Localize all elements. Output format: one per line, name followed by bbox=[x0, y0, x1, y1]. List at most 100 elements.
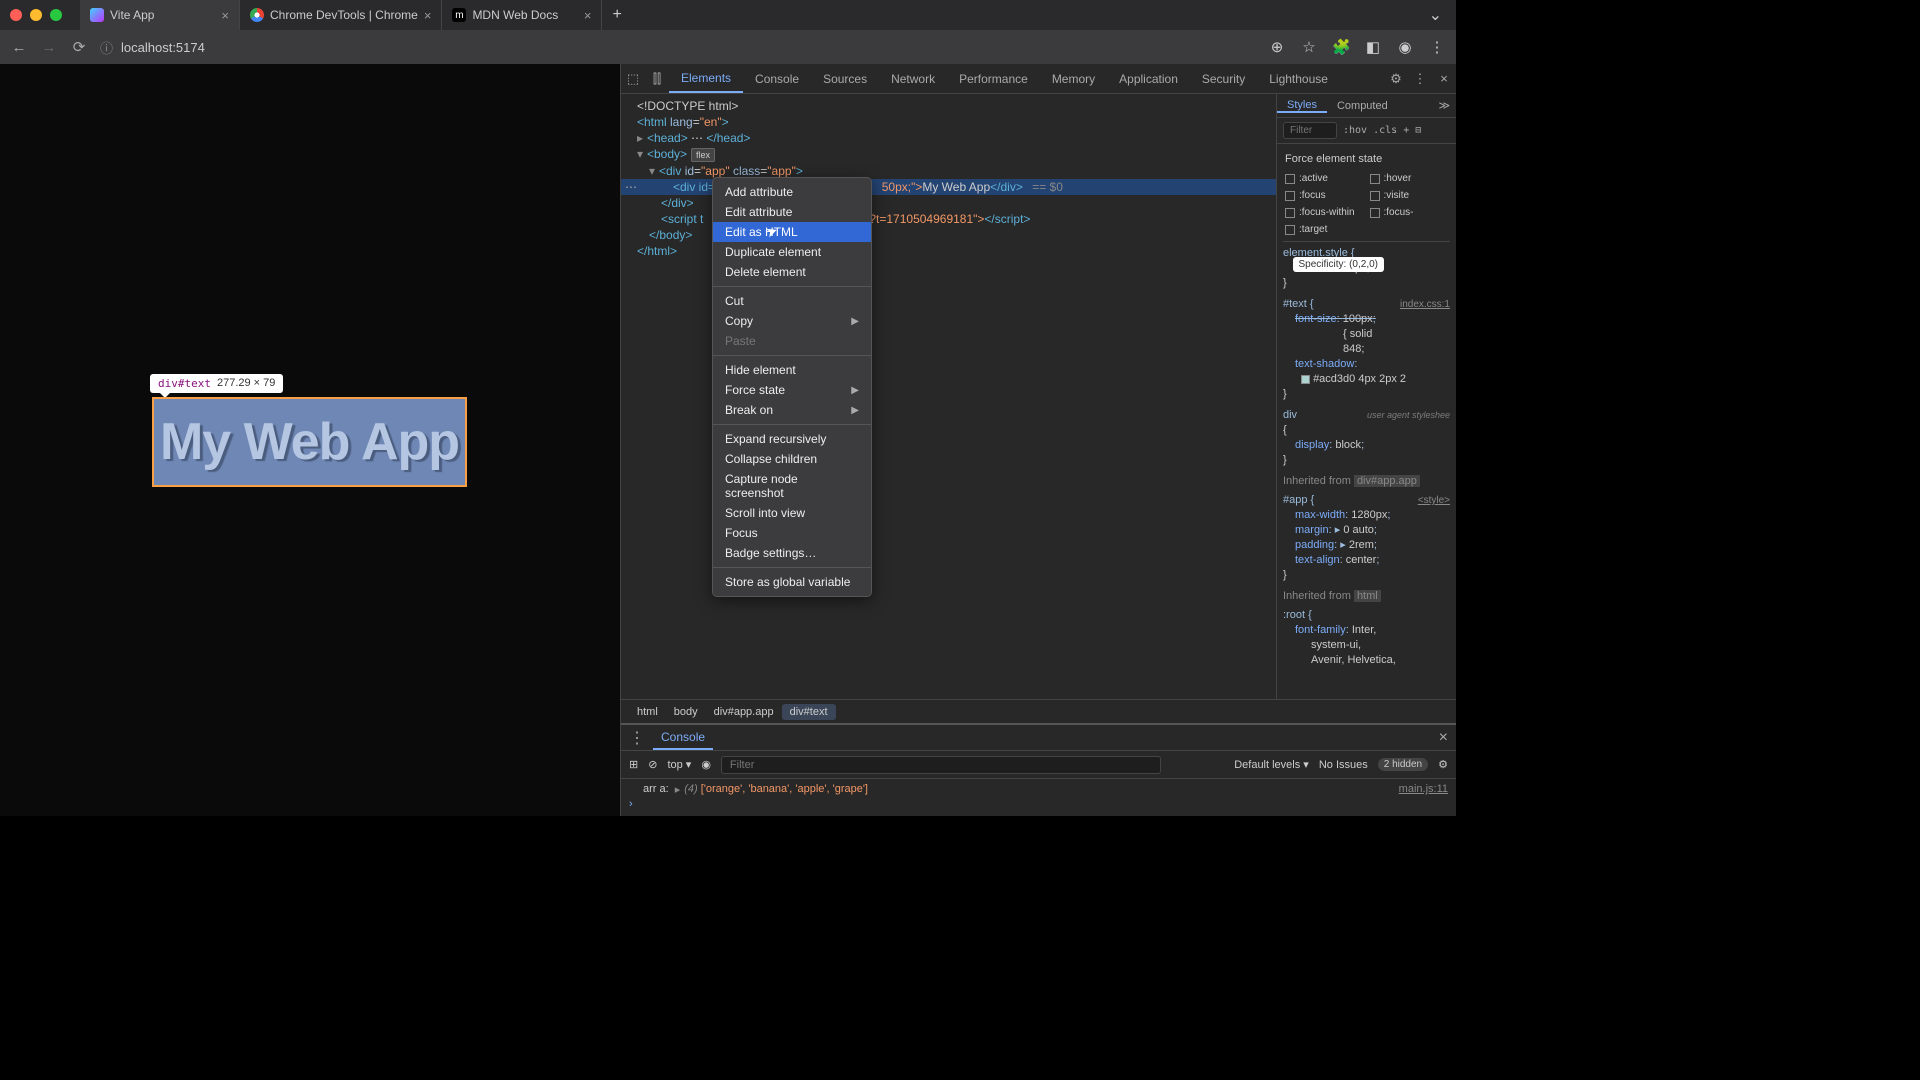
log-source-link[interactable]: main.js:11 bbox=[1399, 783, 1448, 796]
forward-button[interactable]: → bbox=[40, 39, 58, 56]
state-focus-within[interactable]: :focus-within bbox=[1285, 205, 1364, 220]
back-button[interactable]: ← bbox=[10, 39, 28, 56]
page-viewport[interactable]: div#text 277.29 × 79 My Web App bbox=[0, 64, 620, 816]
devtools-close-icon[interactable]: × bbox=[1432, 71, 1456, 87]
bookmark-icon[interactable]: ☆ bbox=[1300, 38, 1318, 56]
tab-lighthouse[interactable]: Lighthouse bbox=[1257, 64, 1340, 93]
context-menu-item[interactable]: Scroll into view bbox=[713, 503, 871, 523]
device-toolbar-icon[interactable]: ⫿⫿ bbox=[645, 71, 669, 87]
context-menu-item[interactable]: Store as global variable bbox=[713, 572, 871, 592]
hov-toggle[interactable]: :hov bbox=[1343, 125, 1367, 136]
tab-application[interactable]: Application bbox=[1107, 64, 1190, 93]
log-levels-dropdown[interactable]: Default levels ▾ bbox=[1234, 758, 1309, 771]
console-settings-icon[interactable]: ⚙ bbox=[1438, 758, 1448, 771]
state-active[interactable]: :active bbox=[1285, 171, 1364, 186]
breadcrumb-item[interactable]: body bbox=[666, 704, 706, 720]
new-tab-button[interactable]: + bbox=[602, 6, 631, 24]
styles-tab-styles[interactable]: Styles bbox=[1277, 99, 1327, 113]
context-menu-item[interactable]: Capture node screenshot bbox=[713, 469, 871, 503]
context-menu-item[interactable]: Break on▶ bbox=[713, 400, 871, 420]
site-info-icon[interactable]: ⓘ bbox=[100, 38, 113, 57]
extensions-icon[interactable]: 🧩 bbox=[1332, 38, 1350, 56]
live-expression-icon[interactable]: ◉ bbox=[701, 758, 711, 771]
browser-tab-mdn[interactable]: m MDN Web Docs × bbox=[442, 0, 602, 30]
drawer-tab-console[interactable]: Console bbox=[653, 726, 713, 750]
tab-elements[interactable]: Elements bbox=[669, 64, 743, 93]
search-icon[interactable]: ⊕ bbox=[1268, 38, 1286, 56]
inspect-element-icon[interactable]: ⬚ bbox=[621, 71, 645, 87]
state-focus[interactable]: :focus bbox=[1285, 188, 1364, 203]
console-context[interactable]: top ▾ bbox=[667, 758, 691, 771]
tab-console[interactable]: Console bbox=[743, 64, 811, 93]
inspect-tooltip: div#text 277.29 × 79 bbox=[150, 374, 283, 393]
settings-gear-icon[interactable]: ⚙ bbox=[1384, 71, 1408, 87]
tab-memory[interactable]: Memory bbox=[1040, 64, 1107, 93]
context-menu-item[interactable]: Add attribute bbox=[713, 182, 871, 202]
close-icon[interactable]: × bbox=[424, 8, 432, 23]
dom-node: <!DOCTYPE html> bbox=[621, 98, 1276, 114]
tab-performance[interactable]: Performance bbox=[947, 64, 1040, 93]
more-tabs-icon[interactable]: ≫ bbox=[1432, 99, 1456, 112]
browser-tab-devtools[interactable]: Chrome DevTools | Chrome × bbox=[240, 0, 442, 30]
vite-favicon bbox=[90, 8, 104, 22]
style-rule: div user agent styleshee{ display: block… bbox=[1283, 408, 1450, 468]
reload-button[interactable]: ⟳ bbox=[70, 38, 88, 56]
breadcrumb-item[interactable]: div#text bbox=[782, 704, 836, 720]
context-menu-item[interactable]: Duplicate element bbox=[713, 242, 871, 262]
console-sidebar-toggle-icon[interactable]: ⊞ bbox=[629, 758, 638, 771]
styles-filter-input[interactable] bbox=[1283, 122, 1337, 139]
close-icon[interactable]: × bbox=[221, 8, 229, 23]
dom-node: ▸<head> ⋯ </head> bbox=[621, 130, 1276, 146]
console-prompt[interactable]: › bbox=[629, 796, 1448, 812]
new-style-rule-icon[interactable]: + bbox=[1403, 125, 1409, 136]
context-menu-item[interactable]: Delete element bbox=[713, 262, 871, 282]
console-drawer: ⋮ Console × ⊞ ⊘ top ▾ ◉ Default levels ▾… bbox=[621, 723, 1456, 816]
browser-tab-vite[interactable]: Vite App × bbox=[80, 0, 240, 30]
context-menu-item[interactable]: Expand recursively bbox=[713, 429, 871, 449]
state-target[interactable]: :target bbox=[1285, 222, 1364, 237]
context-menu-item[interactable]: Edit attribute bbox=[713, 202, 871, 222]
context-menu-item[interactable]: Edit as HTML bbox=[713, 222, 871, 242]
chevron-down-icon[interactable]: ⌄ bbox=[1429, 5, 1446, 25]
chrome-favicon bbox=[250, 8, 264, 22]
page-heading: My Web App bbox=[160, 412, 459, 472]
context-menu-item[interactable]: Focus bbox=[713, 523, 871, 543]
window-maximize-button[interactable] bbox=[50, 9, 62, 21]
menu-icon[interactable]: ⋮ bbox=[1428, 38, 1446, 56]
drawer-close-icon[interactable]: × bbox=[1439, 729, 1448, 747]
inherited-divider: Inherited from div#app.app bbox=[1283, 474, 1450, 489]
context-menu-item[interactable]: Collapse children bbox=[713, 449, 871, 469]
clear-console-icon[interactable]: ⊘ bbox=[648, 758, 657, 771]
context-menu-item[interactable]: Copy▶ bbox=[713, 311, 871, 331]
breadcrumb-item[interactable]: html bbox=[629, 704, 666, 720]
drawer-menu-icon[interactable]: ⋮ bbox=[629, 728, 645, 748]
breadcrumb-item[interactable]: div#app.app bbox=[706, 704, 782, 720]
address-bar[interactable]: ⓘ localhost:5174 bbox=[100, 38, 660, 57]
issues-link[interactable]: No Issues bbox=[1319, 759, 1368, 771]
state-hover[interactable]: :hover bbox=[1370, 171, 1449, 186]
style-rule: :root { font-family: Inter, system-ui, A… bbox=[1283, 608, 1450, 668]
tab-sources[interactable]: Sources bbox=[811, 64, 879, 93]
cls-toggle[interactable]: .cls bbox=[1373, 125, 1397, 136]
more-menu-icon[interactable]: ⋮ bbox=[1408, 71, 1432, 87]
context-menu-item[interactable]: Hide element bbox=[713, 360, 871, 380]
traffic-lights bbox=[10, 9, 62, 21]
computed-toggle-icon[interactable]: ⊟ bbox=[1415, 125, 1421, 136]
state-visited[interactable]: :visite bbox=[1370, 188, 1449, 203]
url-text: localhost:5174 bbox=[121, 40, 205, 55]
context-menu-item[interactable]: Badge settings… bbox=[713, 543, 871, 563]
context-menu-item[interactable]: Cut bbox=[713, 291, 871, 311]
tab-network[interactable]: Network bbox=[879, 64, 947, 93]
console-filter-input[interactable] bbox=[721, 756, 1161, 774]
side-panel-icon[interactable]: ◧ bbox=[1364, 38, 1382, 56]
close-icon[interactable]: × bbox=[584, 8, 592, 23]
profile-icon[interactable]: ◉ bbox=[1396, 38, 1414, 56]
tab-security[interactable]: Security bbox=[1190, 64, 1257, 93]
context-menu-item[interactable]: Force state▶ bbox=[713, 380, 871, 400]
hidden-count[interactable]: 2 hidden bbox=[1378, 758, 1428, 771]
window-close-button[interactable] bbox=[10, 9, 22, 21]
window-minimize-button[interactable] bbox=[30, 9, 42, 21]
styles-tab-computed[interactable]: Computed bbox=[1327, 100, 1398, 112]
dom-node: ▾<body>flex bbox=[621, 146, 1276, 163]
state-focus-visible[interactable]: :focus- bbox=[1370, 205, 1449, 220]
